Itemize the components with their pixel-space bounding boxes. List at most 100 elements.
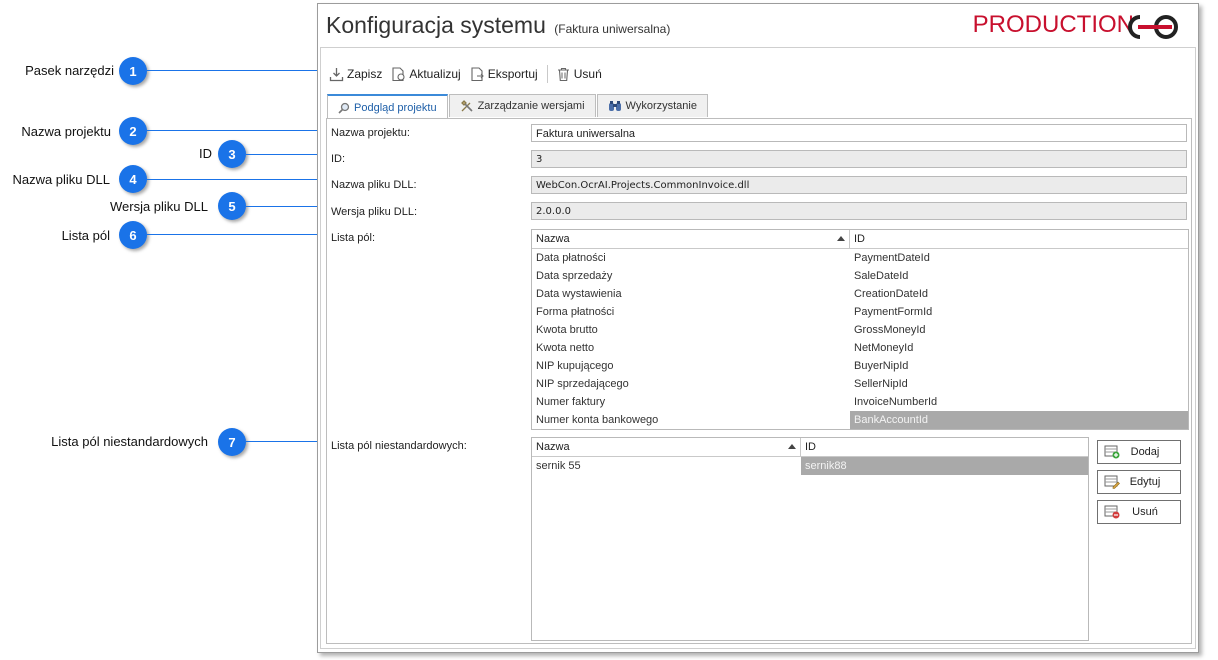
cell-id: BankAccountId	[850, 411, 1188, 429]
tab-usage[interactable]: Wykorzystanie	[596, 94, 708, 117]
update-label: Aktualizuj	[409, 67, 461, 81]
title-subtitle: (Faktura uniwersalna)	[554, 22, 671, 36]
magnifier-icon	[338, 102, 350, 114]
edit-row-icon	[1104, 475, 1120, 489]
callout-label: Pasek narzędzi	[25, 63, 114, 78]
add-button[interactable]: Dodaj	[1097, 440, 1181, 464]
custom-grid-header: Nazwa ID	[532, 438, 1088, 457]
cell-name: Numer faktury	[536, 396, 606, 408]
edit-label: Edytuj	[1129, 476, 1161, 488]
column-header-id[interactable]: ID	[850, 230, 1188, 248]
table-row[interactable]: Data wystawienia CreationDateId	[532, 285, 1188, 303]
cell-id: CreationDateId	[854, 288, 928, 300]
page-title: Konfiguracja systemu (Faktura uniwersaln…	[326, 12, 670, 39]
cell-name: Data płatności	[536, 252, 606, 264]
table-row[interactable]: NIP sprzedającego SellerNipId	[532, 375, 1188, 393]
column-header-label: ID	[854, 233, 865, 245]
table-row[interactable]: Forma płatności PaymentFormId	[532, 303, 1188, 321]
remove-button[interactable]: Usuń	[1097, 500, 1181, 524]
callout-badge: 3	[218, 140, 246, 168]
sort-ascending-icon	[788, 444, 796, 449]
callout-badge: 4	[119, 165, 147, 193]
cell-name: NIP sprzedającego	[536, 378, 629, 390]
sort-ascending-icon	[837, 236, 845, 241]
callout-label: ID	[199, 146, 212, 161]
callout-line	[246, 154, 327, 155]
callout-label: Lista pól niestandardowych	[51, 434, 208, 449]
callout-line	[147, 179, 327, 180]
cell-name: Numer konta bankowego	[536, 414, 659, 426]
table-row[interactable]: Numer konta bankowego BankAccountId	[532, 411, 1188, 429]
remove-label: Usuń	[1132, 506, 1158, 518]
cell-id: sernik88	[801, 457, 1088, 475]
callout-line	[246, 206, 327, 207]
tools-icon	[460, 100, 473, 112]
cell-id: PaymentDateId	[854, 252, 930, 264]
id-field: 3	[531, 150, 1187, 168]
production-badge: PRODUCTION	[972, 11, 1134, 38]
save-icon	[329, 67, 344, 81]
dll-name-label: Nazwa pliku DLL:	[331, 179, 417, 191]
callout-badge: 2	[119, 117, 147, 145]
tab-project-preview[interactable]: Podgląd projektu	[327, 94, 448, 119]
column-header-label: ID	[805, 441, 816, 453]
callout-label: Lista pól	[61, 228, 110, 243]
save-button[interactable]: Zapisz	[329, 67, 382, 82]
callout-label: Wersja pliku DLL	[109, 199, 208, 214]
callout-line	[147, 234, 327, 235]
cell-id: BuyerNipId	[854, 360, 909, 372]
save-label: Zapisz	[347, 67, 383, 81]
cell-name: Kwota netto	[536, 342, 595, 354]
content-area: Zapisz Aktualizuj Eksportuj Usuń Podgląd…	[320, 47, 1196, 649]
export-button[interactable]: Eksportuj	[470, 66, 538, 82]
cell-name: sernik 55	[536, 460, 581, 472]
trash-icon	[557, 67, 569, 81]
dll-version-field: 2.0.0.0	[531, 202, 1187, 220]
cell-id: NetMoneyId	[854, 342, 914, 354]
column-header-id[interactable]: ID	[801, 438, 1088, 456]
toolbar: Zapisz Aktualizuj Eksportuj Usuń	[329, 63, 611, 85]
table-row[interactable]: Numer faktury InvoiceNumberId	[532, 393, 1188, 411]
callout-label: Nazwa projektu	[21, 124, 111, 139]
brand-logo-icon	[1128, 15, 1178, 39]
column-header-label: Nazwa	[536, 441, 570, 453]
cell-name: Forma płatności	[536, 306, 615, 318]
title-text: Konfiguracja systemu	[326, 12, 546, 38]
id-label: ID:	[331, 153, 346, 165]
tab-bar: Podgląd projektu Zarządzanie wersjami Wy…	[327, 94, 709, 119]
dll-name-field: WebCon.OcrAI.Projects.CommonInvoice.dll	[531, 176, 1187, 194]
toolbar-divider	[546, 65, 548, 83]
cell-name: NIP kupującego	[536, 360, 614, 372]
table-row[interactable]: Data płatności PaymentDateId	[532, 249, 1188, 267]
project-preview-panel: Nazwa projektu: Faktura uniwersalna ID: …	[326, 118, 1192, 644]
dll-version-label: Wersja pliku DLL:	[331, 206, 417, 218]
export-label: Eksportuj	[487, 67, 538, 81]
column-header-label: Nazwa	[536, 233, 570, 245]
delete-button[interactable]: Usuń	[556, 67, 602, 82]
edit-button[interactable]: Edytuj	[1097, 470, 1181, 494]
add-row-icon	[1104, 445, 1120, 459]
callout-badge: 7	[218, 428, 246, 456]
column-header-name[interactable]: Nazwa	[532, 438, 801, 456]
table-row[interactable]: Data sprzedaży SaleDateId	[532, 267, 1188, 285]
table-row[interactable]: Kwota netto NetMoneyId	[532, 339, 1188, 357]
table-row[interactable]: Kwota brutto GrossMoneyId	[532, 321, 1188, 339]
column-header-name[interactable]: Nazwa	[532, 230, 850, 248]
project-name-input[interactable]: Faktura uniwersalna	[531, 124, 1187, 142]
remove-row-icon	[1104, 505, 1120, 519]
tab-version-management[interactable]: Zarządzanie wersjami	[448, 94, 596, 117]
cell-name: Data sprzedaży	[536, 270, 613, 282]
cell-id: SellerNipId	[854, 378, 908, 390]
cell-id: PaymentFormId	[854, 306, 933, 318]
tab-label: Wykorzystanie	[625, 100, 697, 112]
update-button[interactable]: Aktualizuj	[391, 66, 461, 82]
cell-id: GrossMoneyId	[854, 324, 926, 336]
cell-name: Kwota brutto	[536, 324, 598, 336]
configuration-window: Konfiguracja systemu (Faktura uniwersaln…	[317, 3, 1199, 653]
table-row[interactable]: NIP kupującego BuyerNipId	[532, 357, 1188, 375]
add-label: Dodaj	[1130, 446, 1160, 458]
delete-label: Usuń	[573, 67, 602, 81]
cell-id: InvoiceNumberId	[854, 396, 938, 408]
fields-grid: Nazwa ID Data płatności PaymentDateId Data…	[531, 229, 1189, 430]
table-row[interactable]: sernik 55 sernik88	[532, 457, 1088, 475]
